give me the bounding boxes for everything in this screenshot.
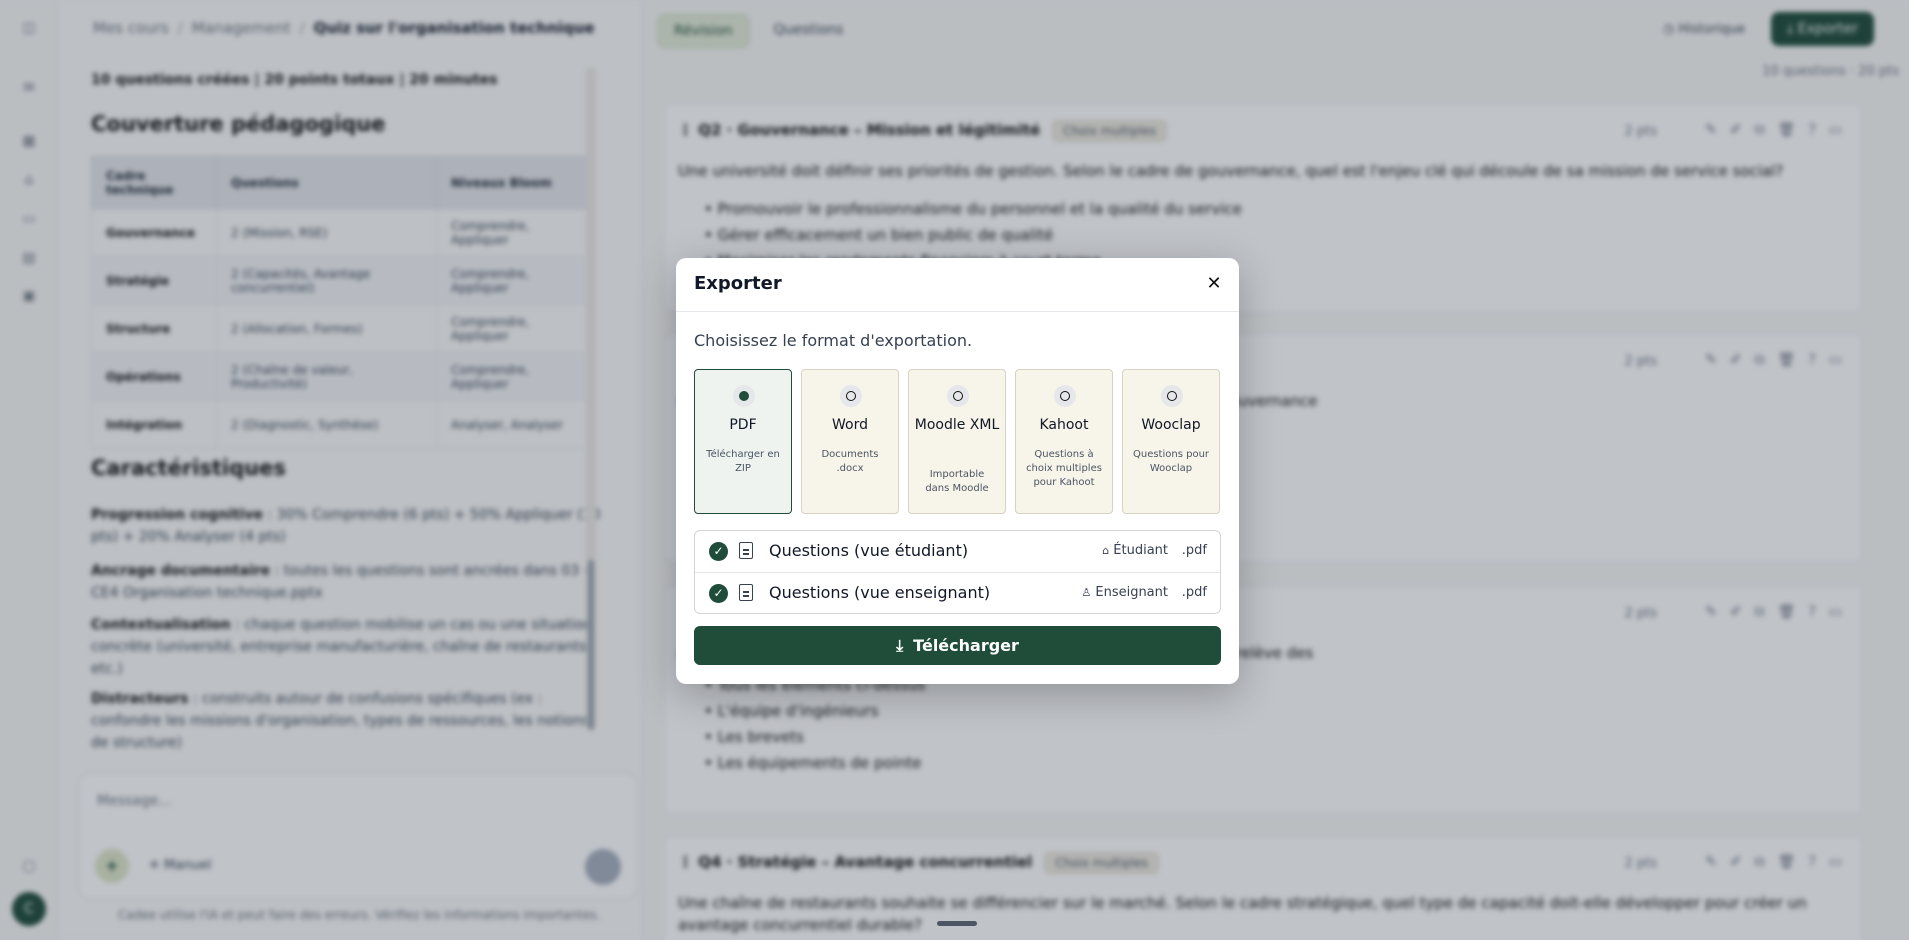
check-circle-icon[interactable]: ✓	[709, 542, 728, 561]
document-icon	[739, 584, 753, 601]
file-role-label: Étudiant	[1113, 543, 1168, 558]
format-option-pdf[interactable]: PDF Télécharger en ZIP	[694, 369, 792, 514]
format-description: Questions pour Wooclap	[1132, 449, 1210, 474]
file-row[interactable]: ✓ Questions (vue enseignant) ♙ Enseignant .p…	[695, 572, 1220, 613]
format-name: Word	[832, 417, 868, 433]
check-circle-icon[interactable]: ✓	[709, 584, 728, 603]
format-name: Moodle XML	[914, 417, 1000, 433]
format-name: PDF	[729, 417, 757, 433]
dialog-title: Exporter	[694, 273, 782, 294]
format-description: Documents .docx	[821, 449, 879, 474]
format-option-word[interactable]: Word Documents .docx	[801, 369, 899, 514]
radio-icon[interactable]	[733, 385, 755, 407]
radio-icon[interactable]	[1161, 385, 1183, 407]
graduation-cap-icon: ⌂	[1102, 544, 1110, 557]
file-label: Questions (vue étudiant)	[769, 541, 969, 560]
radio-icon[interactable]	[947, 385, 969, 407]
format-description: Télécharger en ZIP	[706, 449, 780, 474]
download-button[interactable]: ⤓ Télécharger	[694, 626, 1221, 665]
file-extension: .pdf	[1181, 543, 1207, 558]
dialog-subtitle: Choisissez le format d'exportation.	[694, 331, 973, 350]
format-description: Importable dans Moodle	[925, 469, 989, 494]
file-role: ♙ Enseignant	[1081, 585, 1168, 600]
export-dialog: Exporter ✕ Choisissez le format d'export…	[676, 258, 1239, 684]
format-option-kahoot[interactable]: Kahoot Questions à choix multiples pour K…	[1015, 369, 1113, 514]
radio-icon[interactable]	[840, 385, 862, 407]
close-icon[interactable]: ✕	[1203, 273, 1225, 295]
user-icon: ♙	[1081, 586, 1092, 599]
file-label: Questions (vue enseignant)	[769, 583, 991, 602]
format-options: PDF Télécharger en ZIP Word Documents .docx…	[694, 369, 1220, 514]
drag-handle[interactable]	[937, 921, 977, 926]
format-name: Kahoot	[1039, 417, 1089, 433]
download-icon: ⤓	[896, 636, 904, 655]
file-row[interactable]: ✓ Questions (vue étudiant) ⌂ Étudiant .pdf	[695, 531, 1220, 572]
file-role: ⌂ Étudiant	[1102, 543, 1168, 558]
radio-icon[interactable]	[1054, 385, 1076, 407]
format-option-moodle-xml[interactable]: Moodle XML Importable dans Moodle	[908, 369, 1006, 514]
format-name: Wooclap	[1141, 417, 1201, 433]
format-option-wooclap[interactable]: Wooclap Questions pour Wooclap	[1122, 369, 1220, 514]
file-list: ✓ Questions (vue étudiant) ⌂ Étudiant .pdf ✓ Q…	[694, 530, 1221, 614]
file-role-label: Enseignant	[1095, 585, 1168, 600]
download-label: Télécharger	[913, 636, 1019, 655]
file-extension: .pdf	[1181, 585, 1207, 600]
format-description: Questions à choix multiples pour Kahoot	[1026, 449, 1102, 488]
document-icon	[739, 542, 753, 559]
